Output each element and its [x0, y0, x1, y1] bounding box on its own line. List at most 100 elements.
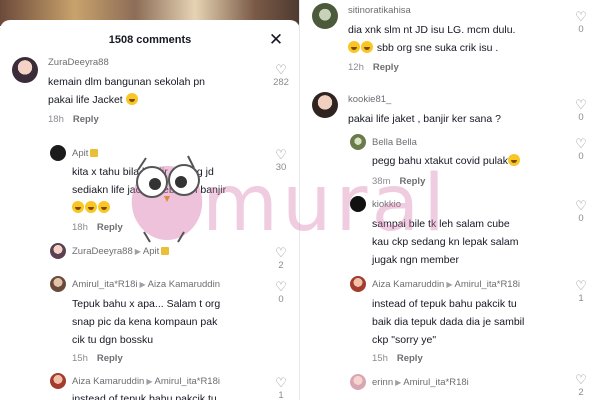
comment-text: kemain dlm bangunan sekolah pn pakai lif…: [48, 73, 205, 109]
avatar[interactable]: [350, 276, 366, 292]
comment-line: kemain dlm bangunan sekolah pn: [48, 76, 206, 88]
reply-to-username[interactable]: Apit: [143, 246, 159, 257]
heart-outline-icon[interactable]: ♡: [270, 63, 292, 77]
triangle-right-icon: ▶: [446, 280, 453, 289]
like-button[interactable]: ♡ 1: [270, 376, 292, 400]
triangle-right-icon: ▶: [139, 280, 146, 289]
comment-line: sbb org sne suka crik isu .: [376, 42, 499, 54]
heart-outline-icon[interactable]: ♡: [570, 10, 592, 24]
comment-username[interactable]: erinn ▶ Amirul_ita*R18i: [372, 377, 469, 388]
reply-button[interactable]: Reply: [397, 353, 423, 364]
comment-username[interactable]: Aiza Kamaruddin ▶ Amirul_ita*R18i: [72, 376, 220, 387]
heart-outline-icon[interactable]: ♡: [570, 137, 592, 151]
comment-line: sampai bile tk leh salam cube: [372, 218, 510, 230]
comment-text: pakai life jaket , banjir ker sana ?: [348, 110, 501, 128]
avatar[interactable]: [50, 373, 66, 389]
like-button[interactable]: ♡ 282: [270, 63, 292, 89]
avatar[interactable]: [312, 3, 338, 29]
like-count: 0: [578, 24, 584, 35]
heart-outline-icon[interactable]: ♡: [570, 373, 592, 387]
reply-button[interactable]: Reply: [97, 353, 123, 364]
comment-time: 15h: [372, 353, 388, 364]
comment-username[interactable]: Aiza Kamaruddin ▶ Amirul_ita*R18i: [372, 279, 520, 290]
like-button[interactable]: ♡ 0: [270, 280, 292, 306]
comment-username-text: Apit: [72, 148, 89, 159]
like-button[interactable]: ♡ 30: [270, 148, 292, 174]
like-count: 2: [278, 260, 284, 271]
like-button[interactable]: ♡ 1: [570, 279, 592, 305]
reply-to-username[interactable]: Aiza Kamaruddin: [148, 279, 220, 290]
avatar[interactable]: [12, 57, 38, 83]
comment-username[interactable]: Apit: [72, 148, 99, 159]
comment-line: instead of tepuk bahu pakcik tu: [372, 298, 517, 310]
avatar[interactable]: [50, 145, 66, 161]
like-button[interactable]: ♡ 0: [570, 199, 592, 225]
comment-text: pegg bahu xtakut covid pulak: [372, 152, 521, 170]
left-comments-panel: 1508 comments ✕ ZuraDeeyra88 kemain dlm …: [0, 0, 300, 400]
heart-outline-icon[interactable]: ♡: [270, 376, 292, 390]
close-icon[interactable]: ✕: [268, 31, 284, 48]
comment-username[interactable]: kookie81_: [348, 94, 391, 105]
triangle-right-icon: ▶: [134, 247, 141, 256]
comment-line: instead of tepuk bahu pakcik tu: [72, 393, 217, 400]
like-button[interactable]: ♡ 2: [270, 246, 292, 272]
comment-username-text: Aiza Kamaruddin: [72, 376, 145, 387]
comment-username[interactable]: ZuraDeeyra88 ▶ Apit: [72, 246, 170, 257]
comment-username[interactable]: ZuraDeeyra88: [48, 57, 109, 68]
right-comments-panel: sitinoratikahisa dia xnk slm nt JD isu L…: [300, 0, 600, 400]
like-count: 0: [278, 294, 284, 305]
laughing-emoji-icon: [125, 93, 138, 105]
comment-text: instead of tepuk bahu pakcik tu: [72, 390, 217, 400]
comment-username[interactable]: sitinoratikahisa: [348, 5, 411, 16]
comment-username[interactable]: Bella Bella: [372, 137, 417, 148]
avatar[interactable]: [350, 134, 366, 150]
comment-time: 38m: [372, 176, 391, 187]
comment-meta: 12h Reply: [348, 62, 399, 73]
heart-outline-icon[interactable]: ♡: [570, 98, 592, 112]
comment-line: ckp "sorry ye": [372, 334, 437, 346]
reply-to-username[interactable]: Amirul_ita*R18i: [455, 279, 520, 290]
comment-time: 15h: [72, 353, 88, 364]
reply-button[interactable]: Reply: [97, 222, 123, 233]
heart-outline-icon[interactable]: ♡: [270, 246, 292, 260]
reply-button[interactable]: Reply: [73, 114, 99, 125]
comment-meta: 18h Reply: [72, 222, 123, 233]
comment-meta: 38m Reply: [372, 176, 425, 187]
like-button[interactable]: ♡ 0: [570, 98, 592, 124]
heart-outline-icon[interactable]: ♡: [270, 148, 292, 162]
avatar[interactable]: [50, 243, 66, 259]
avatar[interactable]: [350, 374, 366, 390]
comment-line: pegg bahu xtakut covid pulak: [372, 155, 509, 167]
reply-button[interactable]: Reply: [373, 62, 399, 73]
like-count: 1: [278, 390, 284, 400]
verified-badge-icon: [90, 149, 99, 157]
verified-badge-icon: [161, 247, 170, 255]
like-button[interactable]: ♡ 0: [570, 10, 592, 36]
laughing-emoji-icon: [98, 201, 110, 213]
heart-outline-icon[interactable]: ♡: [570, 199, 592, 213]
heart-outline-icon[interactable]: ♡: [570, 279, 592, 293]
heart-outline-icon[interactable]: ♡: [270, 280, 292, 294]
like-button[interactable]: ♡ 0: [570, 137, 592, 163]
comment-line: Tepuk bahu x apa... Salam t org: [72, 298, 221, 310]
comment-username-text: ZuraDeeyra88: [72, 246, 133, 257]
comment-username[interactable]: Amirul_ita*R18i ▶ Aiza Kamaruddin: [72, 279, 220, 290]
comment-line: dia xnk slm nt JD isu LG. mcm dulu.: [348, 24, 516, 36]
avatar[interactable]: [50, 276, 66, 292]
comment-line: pakai life jaket , banjir ker sana ?: [348, 113, 501, 125]
comment-line: pakai life Jacket: [48, 94, 123, 106]
reply-to-username[interactable]: Amirul_ita*R18i: [403, 377, 468, 388]
like-count: 0: [578, 213, 584, 224]
comment-line: kau ckp sedang kn lepak salam: [372, 236, 519, 248]
comment-line: snap pic da kena kompaun pak: [72, 316, 218, 328]
laughing-emoji-icon: [348, 41, 360, 53]
avatar[interactable]: [312, 92, 338, 118]
avatar[interactable]: [350, 196, 366, 212]
comment-username[interactable]: kiokkio: [372, 199, 401, 210]
like-count: 1: [578, 293, 584, 304]
like-button[interactable]: ♡ 2: [570, 373, 592, 399]
reply-to-username[interactable]: Amirul_ita*R18i: [155, 376, 220, 387]
triangle-right-icon: ▶: [146, 377, 153, 386]
comment-meta: 18h Reply: [48, 114, 99, 125]
reply-button[interactable]: Reply: [399, 176, 425, 187]
